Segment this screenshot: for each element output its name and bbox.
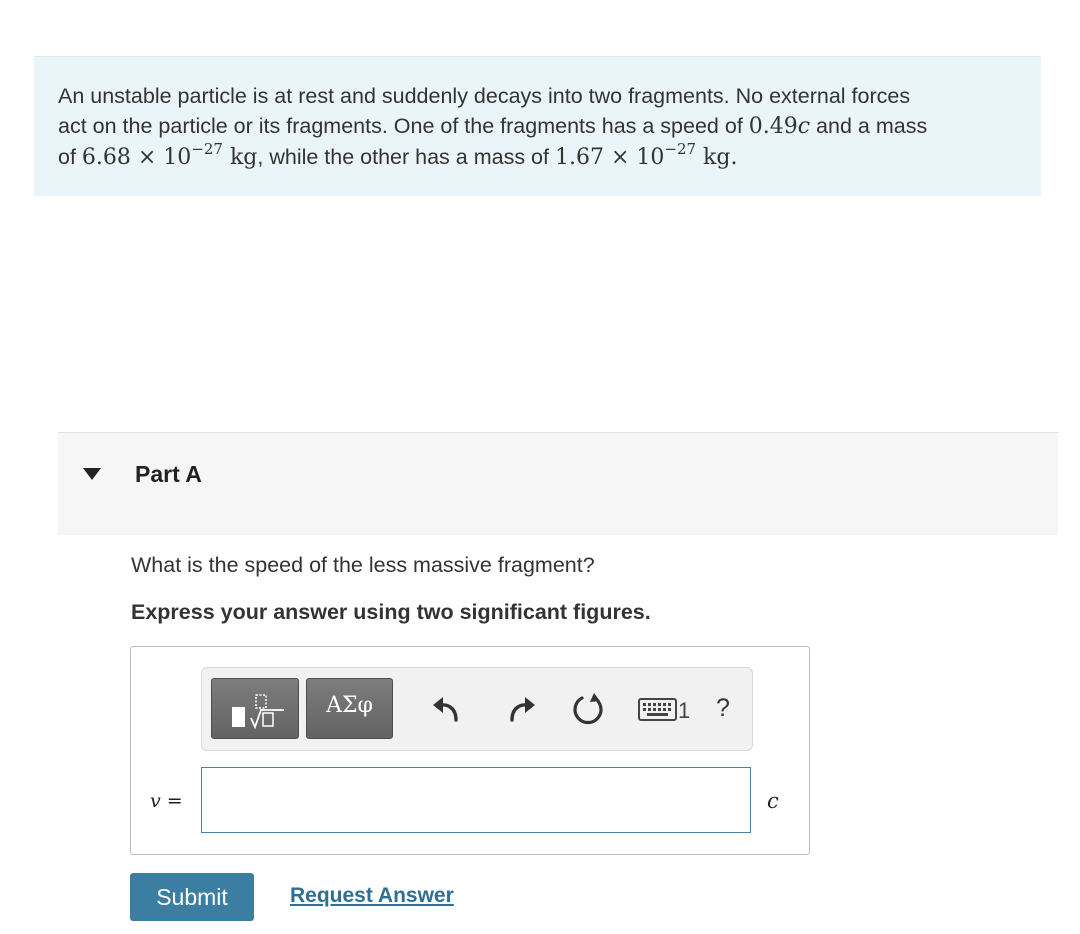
speed-expression: 0.49c [749, 114, 810, 139]
problem-statement: An unstable particle is at rest and sudd… [34, 56, 1041, 196]
part-a-header[interactable]: Part A [58, 432, 1058, 535]
equals-sign: = [160, 790, 183, 812]
problem-line-1: An unstable particle is at rest and sudd… [58, 84, 911, 108]
math-toolbar: ΑΣφ 1 ? [201, 667, 753, 751]
mass2-exponent: −27 [664, 140, 697, 158]
speed-value: 0.49 [748, 114, 798, 139]
help-icon[interactable]: ? [716, 694, 730, 723]
mass2-expression: 1.67 × 10−27 kg. [554, 140, 738, 170]
unit-label: c [767, 789, 779, 813]
answer-box: ΑΣφ 1 ? v = c [130, 646, 810, 855]
request-answer-link[interactable]: Request Answer [290, 884, 454, 908]
speed-unit: c [797, 114, 811, 139]
variable-symbol: v [150, 790, 161, 812]
variable-label: v = [150, 790, 183, 812]
submit-button[interactable]: Submit [130, 873, 254, 921]
redo-icon[interactable] [502, 690, 542, 730]
mass1-unit: kg [222, 145, 258, 170]
question-text: What is the speed of the less massive fr… [131, 553, 595, 577]
templates-sqrt-icon [226, 691, 286, 734]
reset-icon[interactable] [568, 690, 608, 730]
mass1-expression: 6.68 × 10−27 kg [81, 140, 258, 170]
instruction-text: Express your answer using two significan… [131, 600, 651, 624]
keyboard-label: 1 [678, 698, 691, 723]
problem-line-2-end: and a mass [810, 114, 928, 138]
keyboard-icon[interactable] [638, 696, 678, 726]
mass2-mantissa: 1.67 × 10 [554, 145, 665, 170]
symbols-label: ΑΣφ [326, 693, 373, 718]
templates-button[interactable] [211, 678, 299, 739]
undo-icon[interactable] [426, 690, 466, 730]
problem-line-3-mid: , while the other has a mass of [257, 145, 555, 169]
mass1-mantissa: 6.68 × 10 [81, 145, 192, 170]
caret-down-icon[interactable] [83, 468, 101, 480]
symbols-button[interactable]: ΑΣφ [306, 678, 393, 739]
problem-line-3-start: of [58, 145, 82, 169]
problem-period: . [730, 145, 738, 170]
problem-line-2-start: act on the particle or its fragments. On… [58, 114, 749, 138]
part-title: Part A [135, 461, 202, 487]
page: An unstable particle is at rest and sudd… [0, 0, 1080, 934]
mass1-exponent: −27 [191, 140, 223, 158]
mass2-unit: kg [696, 145, 731, 170]
answer-input[interactable] [201, 767, 751, 833]
